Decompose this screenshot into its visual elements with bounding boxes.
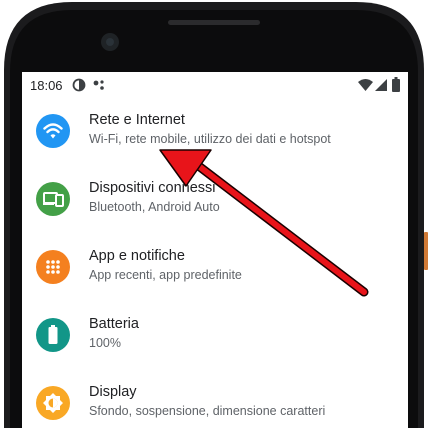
screenshot-stage: 18:06 Rete e Internet Wi-Fi, rete mobile… — [0, 0, 428, 428]
settings-item-apps[interactable]: App e notifiche App recenti, app predefi… — [22, 236, 408, 304]
battery-icon — [48, 325, 58, 344]
item-title: App e notifiche — [89, 248, 185, 264]
settings-screen: 18:06 Rete e Internet Wi-Fi, rete mobile… — [22, 72, 408, 428]
status-time: 18:06 — [30, 78, 63, 93]
signal-icon — [375, 79, 387, 91]
wifi-icon — [43, 123, 63, 139]
battery-icon — [392, 77, 400, 92]
item-icon-badge — [36, 182, 70, 216]
item-title: Display — [89, 384, 137, 400]
item-subtitle: App recenti, app predefinite — [89, 268, 242, 282]
item-subtitle: 100% — [89, 336, 121, 350]
side-button — [424, 232, 428, 270]
item-subtitle: Wi-Fi, rete mobile, utilizzo dei dati e … — [89, 132, 331, 146]
item-icon-badge — [36, 386, 70, 420]
item-icon-badge — [36, 318, 70, 352]
assistant-dots-icon — [93, 80, 104, 90]
settings-item-battery[interactable]: Batteria 100% — [22, 304, 408, 372]
item-subtitle: Bluetooth, Android Auto — [89, 200, 220, 214]
apps-grid-icon — [46, 260, 60, 274]
item-title: Batteria — [89, 316, 139, 332]
data-saver-icon — [72, 78, 86, 92]
brightness-icon — [43, 393, 63, 413]
item-title: Dispositivi connessi — [89, 180, 216, 196]
settings-item-network[interactable]: Rete e Internet Wi-Fi, rete mobile, util… — [22, 100, 408, 168]
earpiece-speaker — [168, 20, 260, 25]
devices-icon — [43, 192, 64, 207]
wifi-icon — [358, 79, 373, 91]
settings-list: Rete e Internet Wi-Fi, rete mobile, util… — [22, 100, 408, 428]
item-title: Rete e Internet — [89, 112, 185, 128]
settings-item-connected-devices[interactable]: Dispositivi connessi Bluetooth, Android … — [22, 168, 408, 236]
settings-item-display[interactable]: Display Sfondo, sospensione, dimensione … — [22, 372, 408, 428]
status-bar: 18:06 — [22, 72, 408, 100]
item-icon-badge — [36, 250, 70, 284]
item-subtitle: Sfondo, sospensione, dimensione caratter… — [89, 404, 326, 418]
item-icon-badge — [36, 114, 70, 148]
